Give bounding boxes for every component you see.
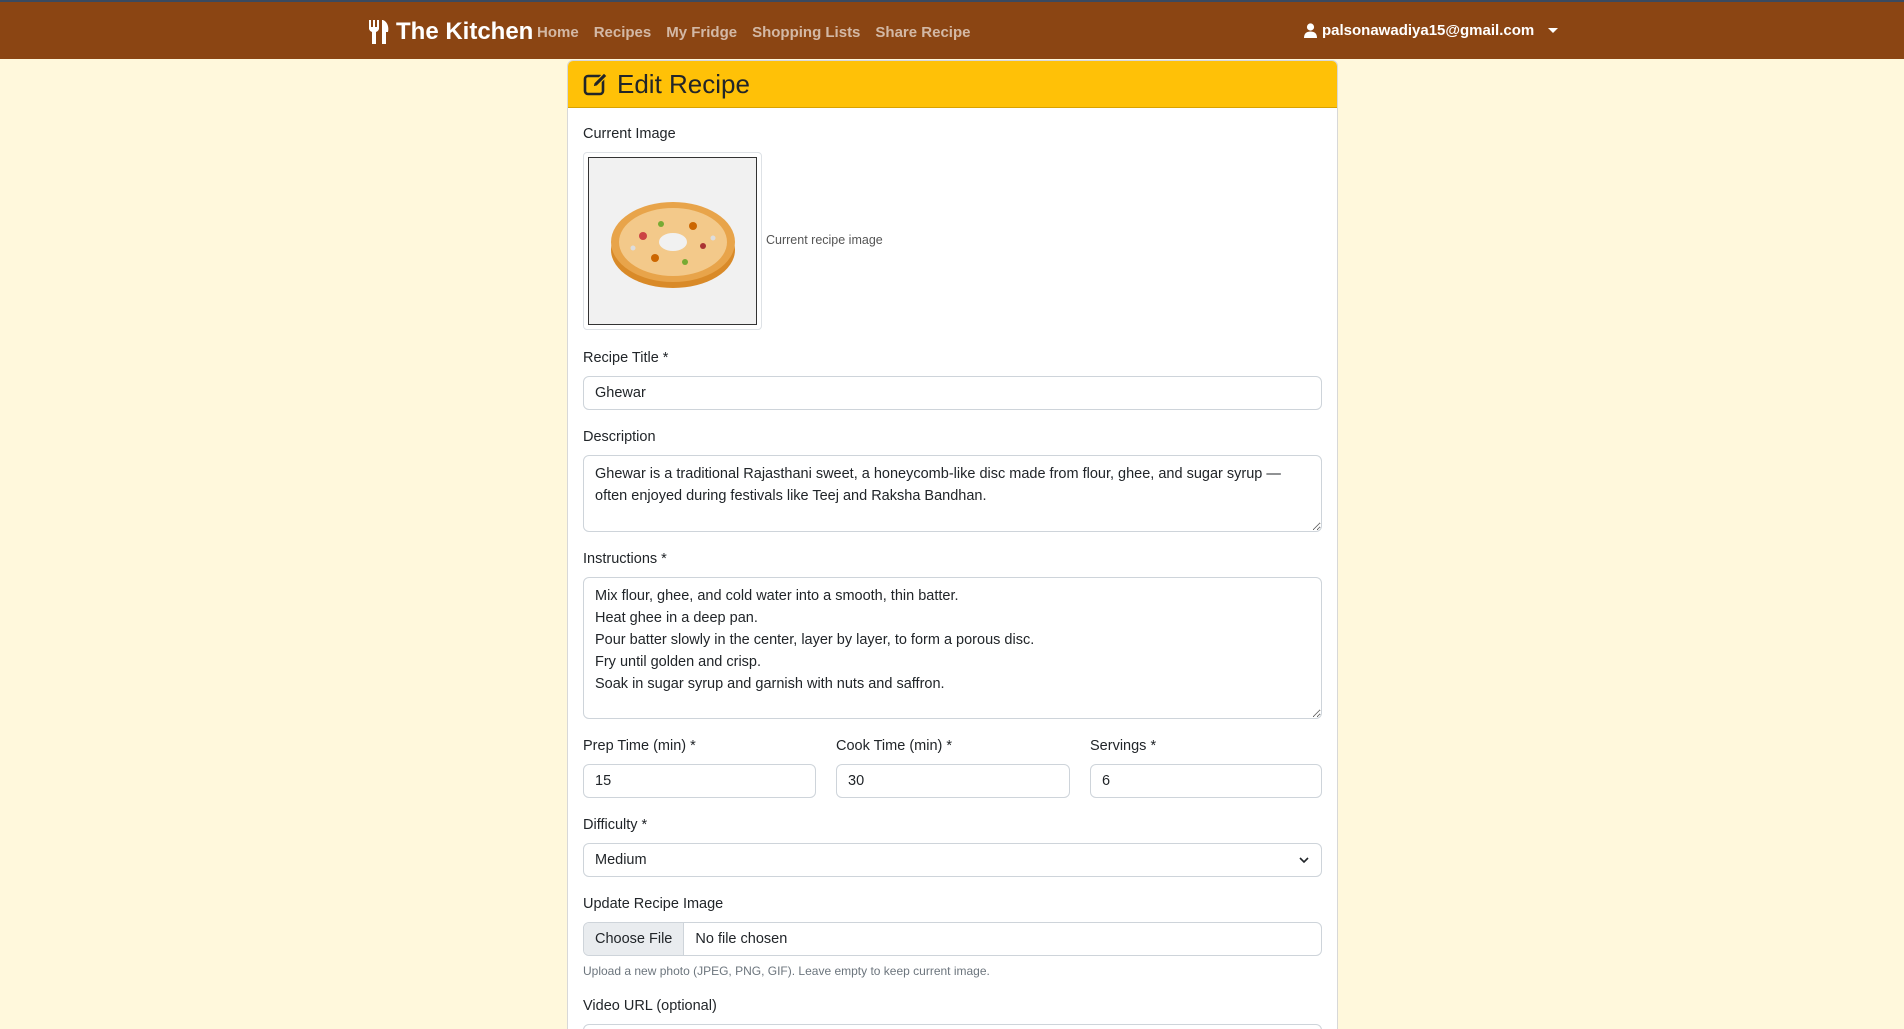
update-image-label: Update Recipe Image: [583, 896, 724, 912]
difficulty-select[interactable]: Medium: [583, 843, 1322, 877]
cook-time-label: Cook Time (min) *: [836, 738, 953, 754]
description-label: Description: [583, 429, 656, 445]
instructions-textarea[interactable]: Mix flour, ghee, and cold water into a s…: [583, 577, 1322, 719]
brand-link[interactable]: The Kitchen: [368, 18, 533, 46]
user-icon: [1304, 23, 1317, 38]
image-file-input[interactable]: Choose File No file chosen: [583, 922, 1322, 956]
nav-link-my-fridge[interactable]: My Fridge: [666, 24, 737, 41]
ghewar-image: [610, 202, 735, 288]
video-url-input[interactable]: [583, 1024, 1322, 1029]
servings-input[interactable]: 6: [1090, 764, 1322, 798]
instructions-label: Instructions *: [583, 551, 667, 567]
page-title: Edit Recipe: [617, 68, 750, 99]
brand-name: The Kitchen: [396, 18, 534, 45]
title-label: Recipe Title *: [583, 350, 669, 366]
user-menu-dropdown[interactable]: palsonawadiya15@gmail.com: [1304, 22, 1559, 39]
caret-down-icon: [1548, 28, 1559, 33]
prep-time-input[interactable]: 15: [583, 764, 816, 798]
utensils-icon: [369, 20, 389, 44]
current-image-label: Current Image: [583, 126, 676, 142]
edit-icon: [583, 72, 608, 96]
card-header: Edit Recipe: [568, 61, 1337, 108]
title-value: Ghewar: [595, 385, 646, 401]
nav-link-home[interactable]: Home: [537, 24, 579, 41]
edit-recipe-card: Edit Recipe Current Image Current recipe…: [567, 60, 1338, 1029]
chevron-down-icon: [1299, 857, 1309, 864]
servings-value: 6: [1102, 773, 1111, 789]
nav-link-shopping-lists[interactable]: Shopping Lists: [752, 24, 860, 41]
user-email: palsonawadiya15@gmail.com: [1322, 22, 1535, 39]
nav-link-share-recipe[interactable]: Share Recipe: [875, 24, 970, 41]
cook-time-input[interactable]: 30: [836, 764, 1070, 798]
choose-file-button[interactable]: Choose File: [584, 923, 685, 955]
title-input[interactable]: Ghewar: [583, 376, 1322, 410]
prep-time-label: Prep Time (min) *: [583, 738, 696, 754]
file-help-text: Upload a new photo (JPEG, PNG, GIF). Lea…: [583, 964, 990, 978]
nav-link-recipes[interactable]: Recipes: [594, 24, 652, 41]
navbar: The Kitchen Home Recipes My Fridge Shopp…: [0, 0, 1904, 59]
difficulty-value: Medium: [595, 852, 647, 868]
cook-time-value: 30: [848, 773, 865, 789]
description-textarea[interactable]: Ghewar is a traditional Rajasthani sweet…: [583, 455, 1322, 532]
servings-label: Servings *: [1090, 738, 1157, 754]
image-caption: Current recipe image: [766, 233, 883, 247]
prep-time-value: 15: [595, 773, 612, 789]
video-url-label: Video URL (optional): [583, 998, 717, 1014]
difficulty-label: Difficulty *: [583, 817, 648, 833]
file-status: No file chosen: [695, 931, 788, 947]
nav-links: Home Recipes My Fridge Shopping Lists Sh…: [537, 24, 970, 41]
current-recipe-image: [583, 152, 762, 330]
